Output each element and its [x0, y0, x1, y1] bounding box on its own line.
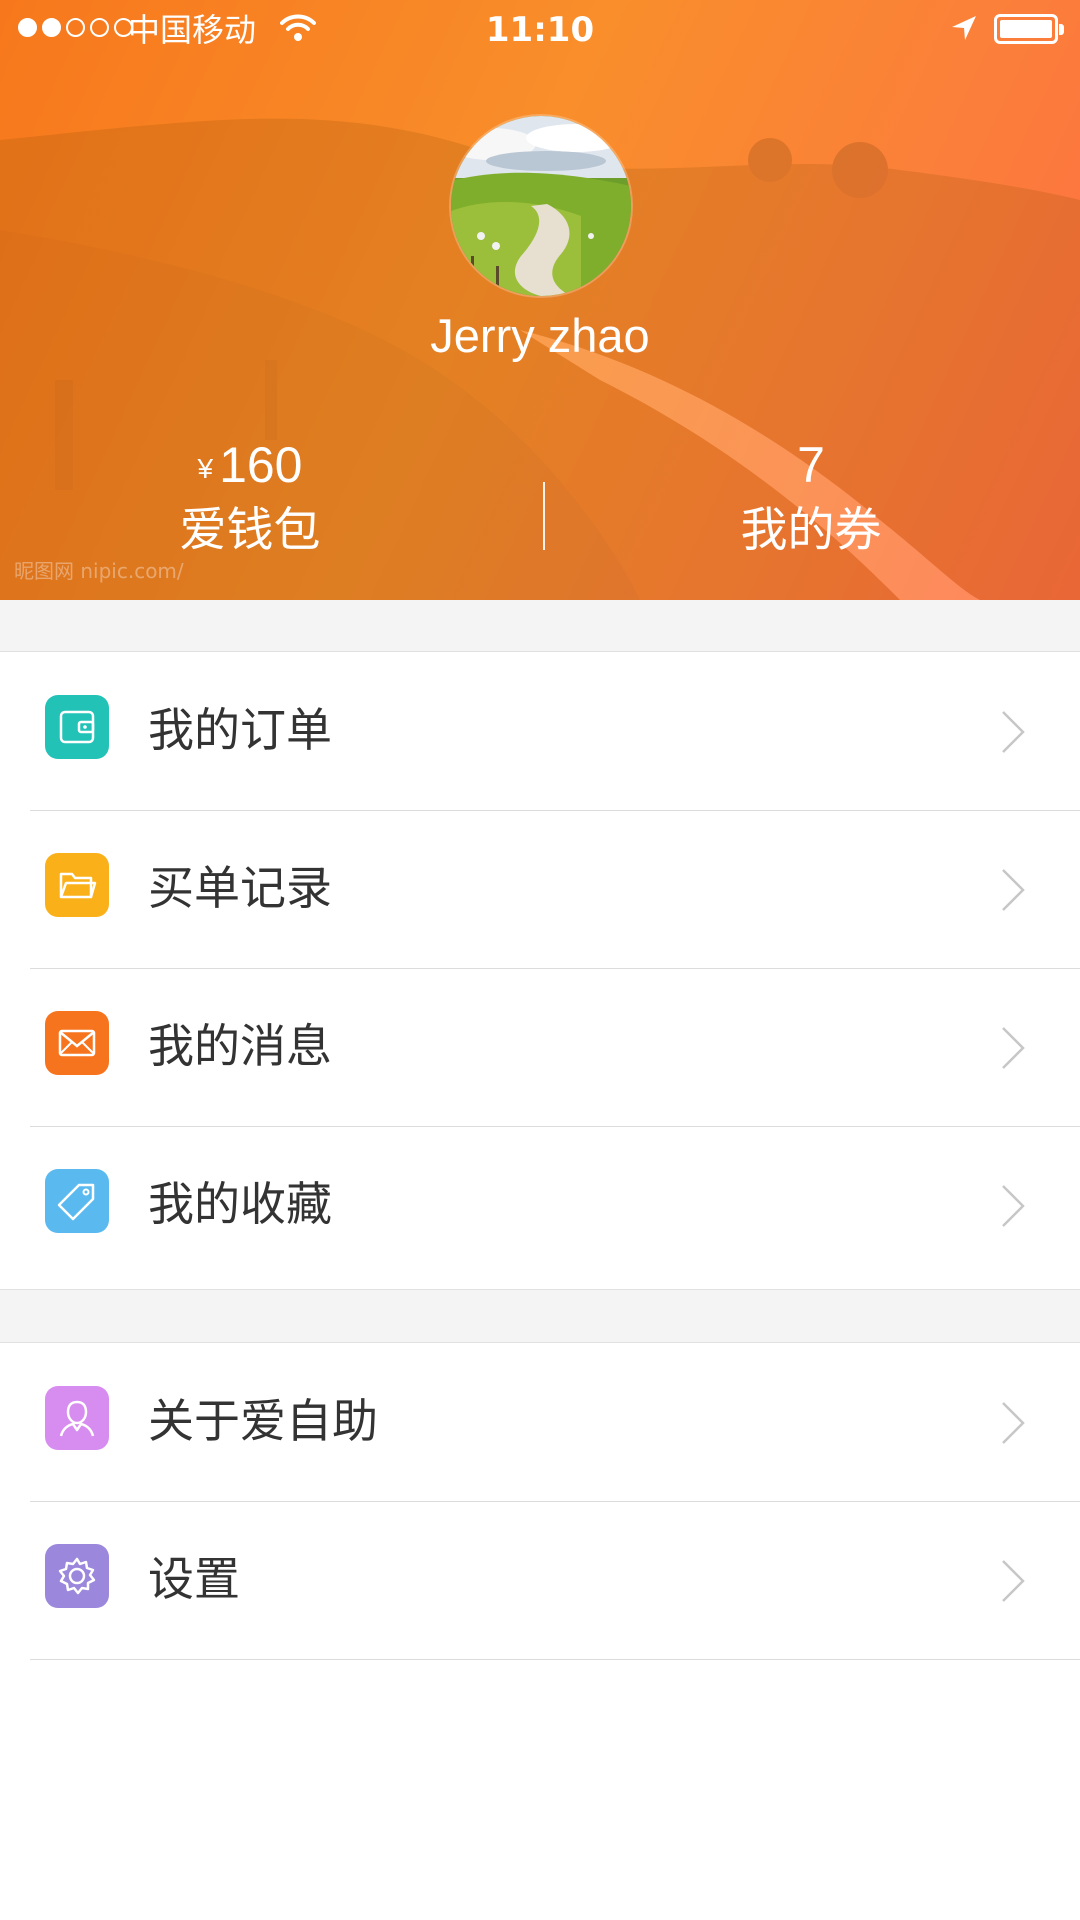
profile-header: 中国移动 11:10 Jerry zhao ¥ 160 爱钱包 7 我的券 昵图…: [0, 0, 1080, 600]
coupon-label: 我的券: [740, 503, 882, 558]
status-bar: 中国移动 11:10: [0, 0, 1080, 60]
currency-symbol: ¥: [197, 453, 214, 484]
separator: [30, 1659, 1080, 1660]
stat-divider: [543, 482, 545, 550]
menu-item-orders[interactable]: 我的订单: [0, 653, 1080, 811]
primary-menu: 我的订单 买单记录 我的消息 我的收藏: [0, 653, 1080, 1285]
coupon-stat[interactable]: 7 我的券: [611, 432, 1011, 564]
status-time: 11:10: [485, 10, 595, 50]
chevron-right-icon: [1000, 1183, 1026, 1233]
battery-icon: [994, 14, 1064, 44]
menu-item-messages[interactable]: 我的消息: [0, 969, 1080, 1127]
menu-label: 关于爱自助: [148, 1394, 378, 1448]
chevron-right-icon: [1000, 709, 1026, 759]
chevron-right-icon: [1000, 867, 1026, 917]
menu-label: 我的消息: [148, 1019, 332, 1073]
wallet-icon: [45, 695, 109, 759]
coupon-count: 7: [797, 437, 825, 493]
profile-screen: 中国移动 11:10 Jerry zhao ¥ 160 爱钱包 7 我的券 昵图…: [0, 0, 1080, 1920]
menu-item-settings[interactable]: 设置: [0, 1502, 1080, 1660]
folder-icon: [45, 853, 109, 917]
menu-item-favorites[interactable]: 我的收藏: [0, 1127, 1080, 1285]
chevron-right-icon: [1000, 1558, 1026, 1608]
avatar[interactable]: [451, 116, 631, 296]
location-arrow-icon: [950, 14, 978, 46]
menu-label: 买单记录: [148, 861, 332, 915]
wallet-amount: ¥160: [50, 432, 450, 498]
chevron-right-icon: [1000, 1400, 1026, 1450]
chevron-right-icon: [1000, 1025, 1026, 1075]
person-icon: [45, 1386, 109, 1450]
menu-label: 我的收藏: [148, 1177, 332, 1231]
tag-icon: [45, 1169, 109, 1233]
section-gap: [0, 600, 1080, 652]
section-gap: [0, 1289, 1080, 1343]
menu-item-about[interactable]: 关于爱自助: [0, 1344, 1080, 1502]
watermark: 昵图网 nipic.com/: [14, 559, 184, 583]
secondary-menu: 关于爱自助 设置: [0, 1344, 1080, 1660]
gear-icon: [45, 1544, 109, 1608]
user-name: Jerry zhao: [430, 309, 650, 362]
wallet-stat[interactable]: ¥160 爱钱包: [50, 432, 450, 564]
menu-item-payment-records[interactable]: 买单记录: [0, 811, 1080, 969]
menu-label: 设置: [148, 1552, 240, 1606]
envelope-icon: [45, 1011, 109, 1075]
wallet-label: 爱钱包: [179, 503, 321, 558]
wallet-amount-value: 160: [219, 437, 303, 493]
menu-label: 我的订单: [148, 703, 332, 757]
